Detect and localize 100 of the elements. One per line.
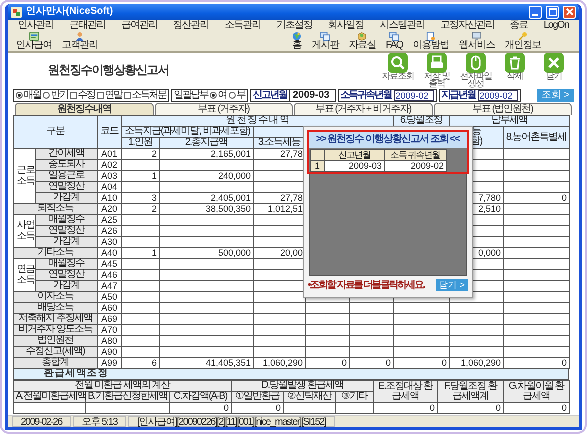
box-icon [357,32,368,40]
menu-item[interactable]: 인사관리 [18,20,54,31]
row-label: 매월징수 [36,258,98,270]
window-icon [320,32,331,40]
result-row[interactable]: 1 2009-03 2009-02 [310,160,446,172]
column-header: 원 천 징 수 내 역 [122,116,394,126]
row-label: 총합계 [14,358,98,368]
delete-button[interactable]: 삭제 [496,52,534,88]
menu-item[interactable]: 고정자산관리 [440,20,494,31]
column-header: D.당월발생 환급세액 [232,380,374,392]
toolbar-button[interactable]: 인사급여 [16,32,52,50]
radio-option[interactable]: 부 [228,90,245,100]
menu-item[interactable]: 종료 [510,20,528,31]
table-cell: 240,000 [160,170,254,182]
code-cell: A30 [98,236,122,248]
column-header: 2.총지급액 [160,138,254,148]
column-header: ③기타 [336,392,374,402]
toolbar-button[interactable]: 이용방법 [413,32,449,50]
tab[interactable]: 부표 (거주자) [154,103,293,115]
menu-item[interactable]: 정산관리 [173,20,210,31]
menu-item[interactable]: 회사일정 [328,20,364,31]
code-cell: A47 [98,280,122,292]
row-label: 법인원천 [14,336,98,346]
column-header: 구분 [14,116,98,148]
card-icon [28,32,40,40]
group-label: 연금소득 [16,264,36,286]
table-cell: 1 [122,248,160,258]
toolbar-button[interactable]: 게시판 [312,32,339,50]
code-cell: A50 [98,292,122,302]
row-label: 비거주자 양도소득 [14,324,98,336]
table-cell: 0 [438,402,504,414]
checkbox-option[interactable]: 수정 [70,90,95,100]
field-label: 일괄납부 [174,90,208,100]
radio-option[interactable]: 반기 [43,90,68,100]
table-cell: 0 [504,192,570,204]
toolbar-button[interactable]: 자료실 [348,32,376,50]
field-label: 소득귀속년월 [340,90,392,100]
close-button[interactable] [563,6,576,18]
toolbar-button[interactable]: 고객관리 [62,32,98,50]
code-cell: A60 [98,302,122,314]
row-label: 중도퇴사 [36,160,98,170]
column-header: 1.인원 [122,138,160,148]
table-cell: 38,500,350 [160,204,254,214]
row-label: 퇴직소득 [14,204,98,214]
minimize-button[interactable] [529,6,542,18]
menu-item[interactable]: 근태관리 [70,20,106,31]
row-label: 가감계 [36,280,98,292]
month-input[interactable]: 2009-02 [478,90,518,101]
menu-item[interactable]: LogOn [544,20,569,31]
column-header: 신고년월 [324,150,384,160]
toolbar-button[interactable]: 개인정보 [505,32,541,50]
code-cell: A46 [98,270,122,280]
export-button[interactable]: 전자파일 생성 [457,52,495,88]
row-label: 이자소득 [14,292,98,302]
status-pane: 2009-02-26 [12,416,72,427]
tab[interactable]: 부표 (법인원천) [434,103,572,115]
toolbar-button[interactable]: 홈 [292,32,302,50]
checkbox-option[interactable]: 연말 [97,90,122,100]
field-label: 신고년월 [253,90,287,100]
close-button[interactable]: 닫기 [535,52,573,88]
menu-item[interactable]: 소득관리 [224,20,261,31]
code-cell: A45 [98,258,122,270]
toolbar-button[interactable]: FAQ [386,32,403,50]
row-label: 간이세액 [36,148,98,160]
mouse-icon [466,52,486,72]
radio-option[interactable]: 매월 [16,90,41,100]
tab[interactable]: 부표 (거주자 + 비거주자) [294,103,432,115]
tab[interactable]: 원천징수내역 [15,103,154,115]
window-icon [388,32,400,40]
checkbox-option[interactable]: 소득처분 [124,90,166,100]
trash-icon [505,52,525,72]
dialog-title: >> 원천징수 이행상황신고서 조회 << [309,132,467,148]
month-input[interactable]: 2009-02 [394,90,434,101]
column-header: C.차감액(A-B) [170,392,232,402]
app-icon [11,6,22,18]
maximize-button[interactable] [546,6,559,18]
column-header: E.조정대상 환급세액 [374,380,438,402]
table-cell: 0 [504,402,570,414]
row-label: 연말정산 [36,226,98,236]
window-title: 인사만사(NiceSoft) [26,6,114,18]
menu-item[interactable]: 기초설정 [276,20,312,31]
menu-item[interactable]: 시스템관리 [380,20,425,31]
table-cell: 2 [122,204,160,214]
globe-icon [292,32,302,40]
code-cell: A70 [98,324,122,336]
column-header: 코드 [98,116,122,148]
monitor-icon [472,32,482,40]
menu-item[interactable]: 급여관리 [121,20,158,31]
toolbar-button[interactable]: 웹서비스 [459,32,495,50]
column-header: B.기환급신청한세액 [86,392,170,402]
print-button[interactable]: 저장 및출력 [418,52,456,88]
key-icon [518,32,528,40]
table-cell: 2,405,001 [160,192,254,204]
radio-option[interactable]: 여 [210,90,226,100]
printer-icon [427,52,447,72]
row-label: 일용근로 [36,170,98,182]
code-cell: A80 [98,336,122,346]
document-icon [426,32,436,40]
search-button[interactable]: 자료조회 [379,52,417,88]
close-icon [566,8,574,16]
